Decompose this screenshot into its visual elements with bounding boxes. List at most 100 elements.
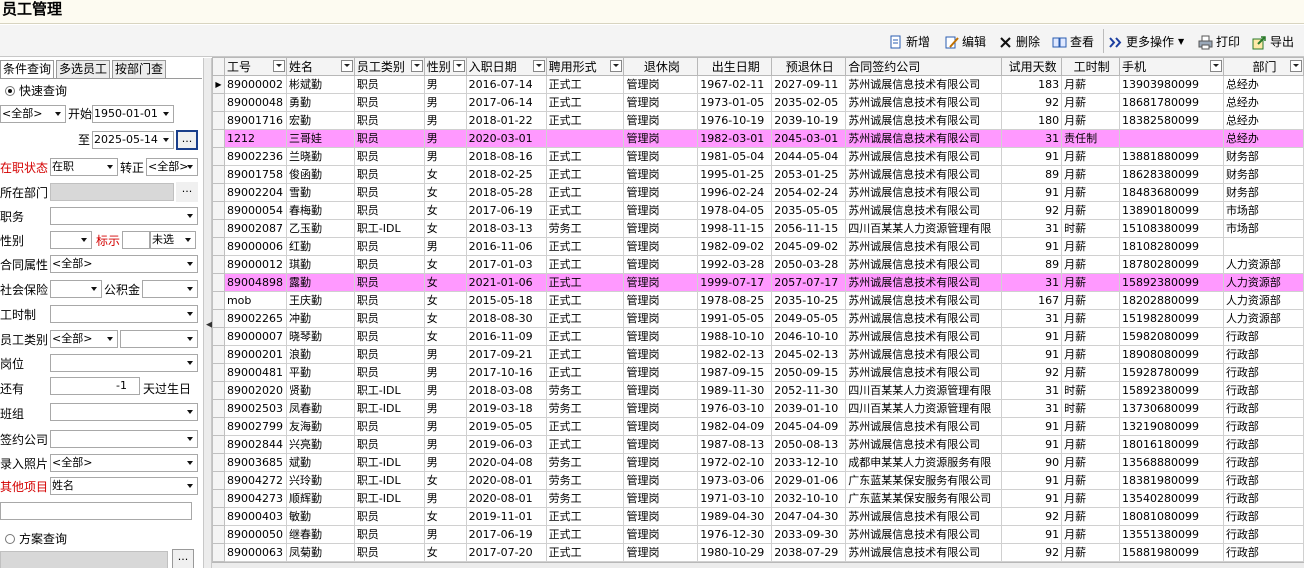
table-cell[interactable]: 2027-09-11 — [771, 75, 847, 94]
table-row[interactable]: 89000048 勇勤 职员男 2017-06-14 正式工 管理岗 1973-01-05 2… — [212, 93, 1304, 112]
table-cell[interactable]: 月薪 — [1061, 147, 1121, 166]
emptype-sub-select[interactable] — [120, 330, 198, 348]
table-cell[interactable]: 行政部 — [1222, 507, 1304, 526]
table-cell[interactable]: 苏州诚展信息技术有限公司 — [845, 363, 1003, 382]
table-cell[interactable]: 183 — [1001, 75, 1063, 94]
table-cell[interactable]: 劳务工 — [545, 471, 625, 490]
table-row[interactable]: 89000403 敏勤 职员女 2019-11-01 正式工 管理岗 1989-04-30 2… — [212, 507, 1304, 526]
table-cell[interactable]: 正式工 — [545, 165, 625, 184]
table-row[interactable]: 89002503 凤春勤 职工-IDL 男 2019-03-18 劳务工 管理岗 1976-0… — [212, 399, 1304, 418]
table-cell[interactable]: 2053-01-25 — [771, 165, 847, 184]
table-cell[interactable]: 1989-11-30 — [697, 381, 773, 400]
table-cell[interactable]: 1980-10-29 — [697, 543, 773, 562]
table-cell[interactable]: 行政部 — [1222, 327, 1304, 346]
table-cell[interactable]: 行政部 — [1222, 363, 1304, 382]
table-cell[interactable]: 正式工 — [545, 507, 625, 526]
table-cell[interactable]: 1976-10-19 — [697, 111, 773, 130]
table-cell[interactable]: 2050-08-13 — [771, 435, 847, 454]
col-header-id[interactable]: 工号 — [223, 57, 287, 76]
table-cell[interactable]: 1973-03-06 — [697, 471, 773, 490]
table-cell[interactable]: 人力资源部 — [1222, 255, 1304, 274]
col-header-mobile[interactable]: 手机 — [1119, 57, 1224, 76]
table-cell[interactable]: 广东蓝某某保安服务有限公司 — [845, 471, 1003, 490]
row-indicator[interactable] — [212, 309, 225, 328]
table-cell[interactable]: 行政部 — [1222, 489, 1304, 508]
table-cell[interactable]: 15881980099 — [1119, 543, 1224, 562]
table-cell[interactable]: 职工-IDL — [353, 489, 425, 508]
table-cell[interactable]: 2033-09-30 — [771, 525, 847, 544]
table-cell[interactable]: 2017-06-19 — [465, 525, 547, 544]
table-cell[interactable]: 正式工 — [545, 147, 625, 166]
table-cell[interactable]: 89000006 — [223, 237, 287, 256]
table-cell[interactable]: 13568880099 — [1119, 453, 1224, 472]
color-swatch[interactable] — [122, 231, 150, 249]
table-cell[interactable]: 正式工 — [545, 345, 625, 364]
table-cell[interactable]: 正式工 — [545, 291, 625, 310]
regular-select[interactable]: <全部> — [146, 158, 198, 176]
tab-by-department[interactable]: 按部门查 — [112, 60, 167, 78]
fund-select[interactable] — [142, 280, 198, 298]
table-cell[interactable]: 正式工 — [545, 255, 625, 274]
table-cell[interactable]: 2045-09-02 — [771, 237, 847, 256]
table-cell[interactable]: 2039-10-19 — [771, 111, 847, 130]
status-select[interactable]: 在职 — [50, 158, 118, 176]
table-cell[interactable]: 1978-08-25 — [697, 291, 773, 310]
table-cell[interactable]: 89002799 — [223, 417, 287, 436]
table-cell[interactable]: 2017-09-21 — [465, 345, 547, 364]
table-cell[interactable]: 总经办 — [1222, 111, 1304, 130]
table-cell[interactable]: 琪勤 — [285, 255, 355, 274]
row-indicator[interactable] — [212, 399, 225, 418]
table-cell[interactable]: 苏州诚展信息技术有限公司 — [845, 525, 1003, 544]
table-cell[interactable]: 苏州诚展信息技术有限公司 — [845, 417, 1003, 436]
table-cell[interactable]: 15892380099 — [1119, 273, 1224, 292]
table-cell[interactable]: 职员 — [353, 327, 425, 346]
table-cell[interactable]: 91 — [1001, 471, 1063, 490]
table-cell[interactable]: 2017-10-16 — [465, 363, 547, 382]
table-row[interactable]: 89004898 露勤 职员女 2021-01-06 正式工 管理岗 1999-07-17 2… — [212, 273, 1304, 292]
table-cell[interactable]: 月薪 — [1061, 309, 1121, 328]
row-indicator[interactable] — [212, 525, 225, 544]
table-cell[interactable]: 王庆勤 — [285, 291, 355, 310]
table-cell[interactable]: 2017-01-03 — [465, 255, 547, 274]
table-cell[interactable]: 管理岗 — [623, 201, 699, 220]
table-cell[interactable]: 91 — [1001, 237, 1063, 256]
mark-select[interactable]: 未选 — [150, 231, 196, 249]
table-cell[interactable]: 管理岗 — [623, 381, 699, 400]
table-cell[interactable]: 女 — [423, 543, 467, 562]
photo-select[interactable]: <全部> — [50, 454, 198, 472]
table-cell[interactable]: 男 — [423, 435, 467, 454]
row-indicator[interactable] — [212, 471, 225, 490]
table-cell[interactable]: 广东蓝某某保安服务有限公司 — [845, 489, 1003, 508]
table-cell[interactable]: 1982-09-02 — [697, 237, 773, 256]
table-cell[interactable]: 180 — [1001, 111, 1063, 130]
table-cell[interactable]: 90 — [1001, 453, 1063, 472]
table-cell[interactable]: 人力资源部 — [1222, 273, 1304, 292]
table-cell[interactable]: 女 — [423, 255, 467, 274]
table-cell[interactable]: 管理岗 — [623, 237, 699, 256]
table-cell[interactable]: 四川百某某人力资源管理有限 — [845, 219, 1003, 238]
plan-select[interactable] — [0, 551, 168, 568]
table-cell[interactable]: 91 — [1001, 327, 1063, 346]
row-indicator[interactable] — [212, 453, 225, 472]
table-cell[interactable]: 月薪 — [1061, 237, 1121, 256]
table-cell[interactable]: 31 — [1001, 309, 1063, 328]
table-cell[interactable]: 2016-11-09 — [465, 327, 547, 346]
table-cell[interactable]: 正式工 — [545, 111, 625, 130]
table-cell[interactable]: 管理岗 — [623, 435, 699, 454]
row-indicator[interactable] — [212, 363, 225, 382]
table-cell[interactable]: 男 — [423, 75, 467, 94]
row-indicator[interactable] — [212, 165, 225, 184]
table-row[interactable]: 89000007 晓琴勤 职员女 2016-11-09 正式工 管理岗 1988-10-10… — [212, 327, 1304, 346]
table-cell[interactable]: 男 — [423, 237, 467, 256]
tab-multi-select[interactable]: 多选员工 — [56, 60, 111, 78]
table-cell[interactable]: 1982-02-13 — [697, 345, 773, 364]
table-cell[interactable]: 财务部 — [1222, 147, 1304, 166]
table-cell[interactable]: 1989-04-30 — [697, 507, 773, 526]
emptype-select[interactable]: <全部> — [50, 330, 118, 348]
table-cell[interactable]: 1991-05-05 — [697, 309, 773, 328]
table-cell[interactable]: 职员 — [353, 363, 425, 382]
table-cell[interactable]: 凤菊勤 — [285, 543, 355, 562]
row-indicator[interactable] — [212, 507, 225, 526]
table-cell[interactable]: 男 — [423, 147, 467, 166]
plan-picker-button[interactable]: ... — [172, 549, 194, 568]
